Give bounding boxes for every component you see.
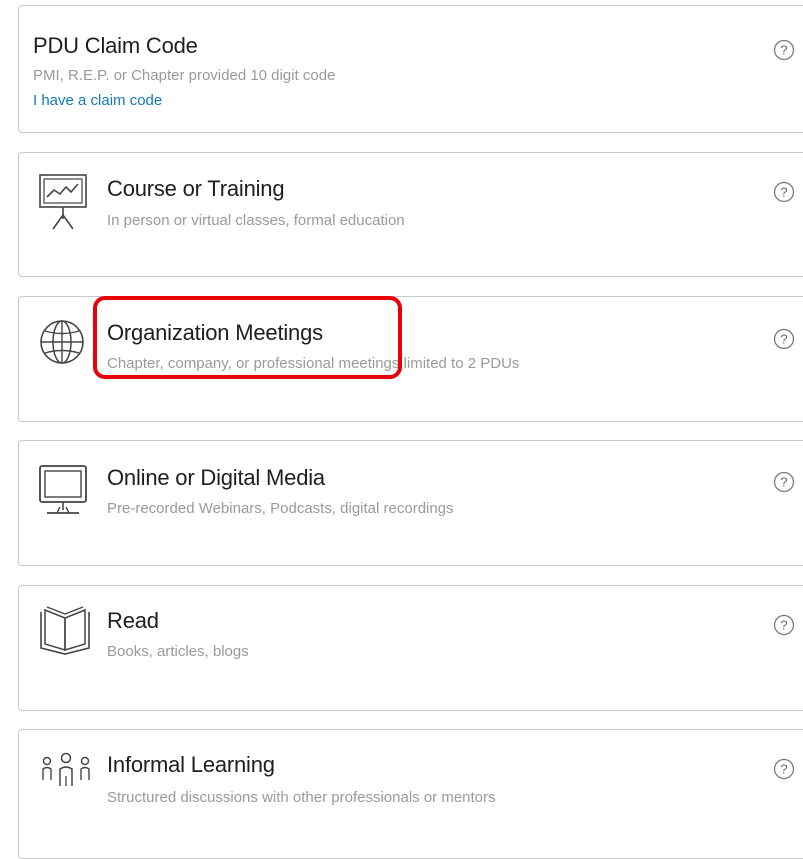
- question-circle-icon[interactable]: ?: [773, 39, 795, 61]
- card-description: Chapter, company, or professional meetin…: [107, 355, 520, 372]
- card-description: PMI, R.E.P. or Chapter provided 10 digit…: [33, 67, 336, 84]
- card-title: PDU Claim Code: [33, 33, 198, 58]
- card-title: Organization Meetings: [107, 320, 323, 345]
- question-circle-icon[interactable]: ?: [773, 181, 795, 203]
- card-description: Books, articles, blogs: [107, 643, 249, 660]
- card-informal-learning[interactable]: Informal Learning Structured discussions…: [18, 729, 803, 859]
- svg-text:?: ?: [780, 618, 787, 633]
- card-description: In person or virtual classes, formal edu…: [107, 212, 405, 229]
- card-course-or-training[interactable]: Course or Training In person or virtual …: [18, 152, 803, 277]
- question-circle-icon[interactable]: ?: [773, 758, 795, 780]
- card-pdu-claim-code[interactable]: PDU Claim Code PMI, R.E.P. or Chapter pr…: [18, 5, 803, 133]
- card-title: Read: [107, 608, 159, 633]
- open-book-icon: [37, 604, 93, 656]
- card-read[interactable]: Read Books, articles, blogs ?: [18, 585, 803, 711]
- card-description: Pre-recorded Webinars, Podcasts, digital…: [107, 500, 454, 517]
- people-group-icon: [39, 752, 93, 792]
- svg-text:?: ?: [780, 43, 787, 58]
- question-circle-icon[interactable]: ?: [773, 328, 795, 350]
- svg-text:?: ?: [780, 185, 787, 200]
- svg-text:?: ?: [780, 475, 787, 490]
- card-title: Online or Digital Media: [107, 465, 325, 490]
- svg-text:?: ?: [780, 332, 787, 347]
- card-title: Course or Training: [107, 176, 285, 201]
- card-online-digital-media[interactable]: Online or Digital Media Pre-recorded Web…: [18, 440, 803, 566]
- question-circle-icon[interactable]: ?: [773, 614, 795, 636]
- question-circle-icon[interactable]: ?: [773, 471, 795, 493]
- card-organization-meetings[interactable]: Organization Meetings Chapter, company, …: [18, 296, 803, 422]
- card-title: Informal Learning: [107, 752, 275, 777]
- svg-text:?: ?: [780, 762, 787, 777]
- globe-icon: [37, 317, 87, 367]
- claim-code-link[interactable]: I have a claim code: [33, 93, 162, 108]
- card-description: Structured discussions with other profes…: [107, 789, 496, 806]
- presentation-board-icon: [37, 173, 93, 231]
- monitor-icon: [37, 463, 89, 519]
